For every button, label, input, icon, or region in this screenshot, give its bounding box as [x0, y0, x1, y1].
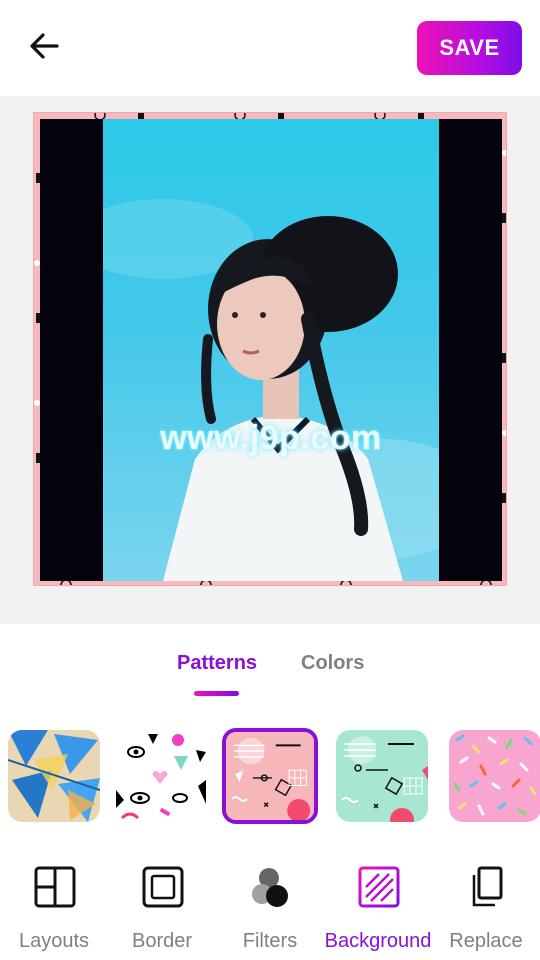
- filters-icon: [248, 864, 294, 910]
- nav-label: Layouts: [18, 930, 90, 952]
- pattern-frame[interactable]: www.j9p.com: [33, 112, 507, 586]
- nav-label: Border: [131, 930, 193, 952]
- layouts-icon: [32, 864, 78, 910]
- tab-colors[interactable]: Colors: [301, 652, 364, 675]
- pattern-list[interactable]: [0, 714, 540, 838]
- photo-watermark: www.j9p.com: [160, 419, 382, 457]
- pattern-swatch-pink-geometric[interactable]: [222, 728, 318, 824]
- nav-border[interactable]: Border: [108, 838, 216, 960]
- back-button[interactable]: [22, 26, 66, 70]
- nav-label: Filters: [242, 930, 298, 952]
- nav-label: Replace: [449, 930, 523, 952]
- background-icon: [356, 864, 402, 910]
- photo-image: www.j9p.com: [103, 119, 439, 581]
- bottom-navigation: Layouts Border Filters Background Replac…: [0, 838, 540, 960]
- active-tab-indicator: [194, 691, 239, 696]
- nav-filters[interactable]: Filters: [216, 838, 324, 960]
- tab-patterns[interactable]: Patterns: [177, 652, 257, 675]
- tab-bar: Patterns Colors: [0, 624, 540, 714]
- pattern-swatch-pink-sprinkles[interactable]: [449, 730, 540, 822]
- save-button[interactable]: SAVE: [417, 21, 522, 75]
- pattern-swatch-memphis-eyes[interactable]: [114, 730, 206, 822]
- arrow-left-icon: [29, 32, 59, 64]
- border-icon: [140, 864, 186, 910]
- nav-background[interactable]: Background: [324, 838, 432, 960]
- top-bar: SAVE: [0, 0, 540, 96]
- photo-slot[interactable]: www.j9p.com: [40, 119, 502, 581]
- nav-label: Background: [324, 930, 432, 952]
- canvas-area: www.j9p.com: [0, 96, 540, 624]
- nav-layouts[interactable]: Layouts: [0, 838, 108, 960]
- replace-icon: [464, 864, 510, 910]
- pattern-swatch-mint-geometric[interactable]: [336, 730, 428, 822]
- pattern-swatch-blue-triangles[interactable]: [8, 730, 100, 822]
- nav-replace[interactable]: Replace: [432, 838, 540, 960]
